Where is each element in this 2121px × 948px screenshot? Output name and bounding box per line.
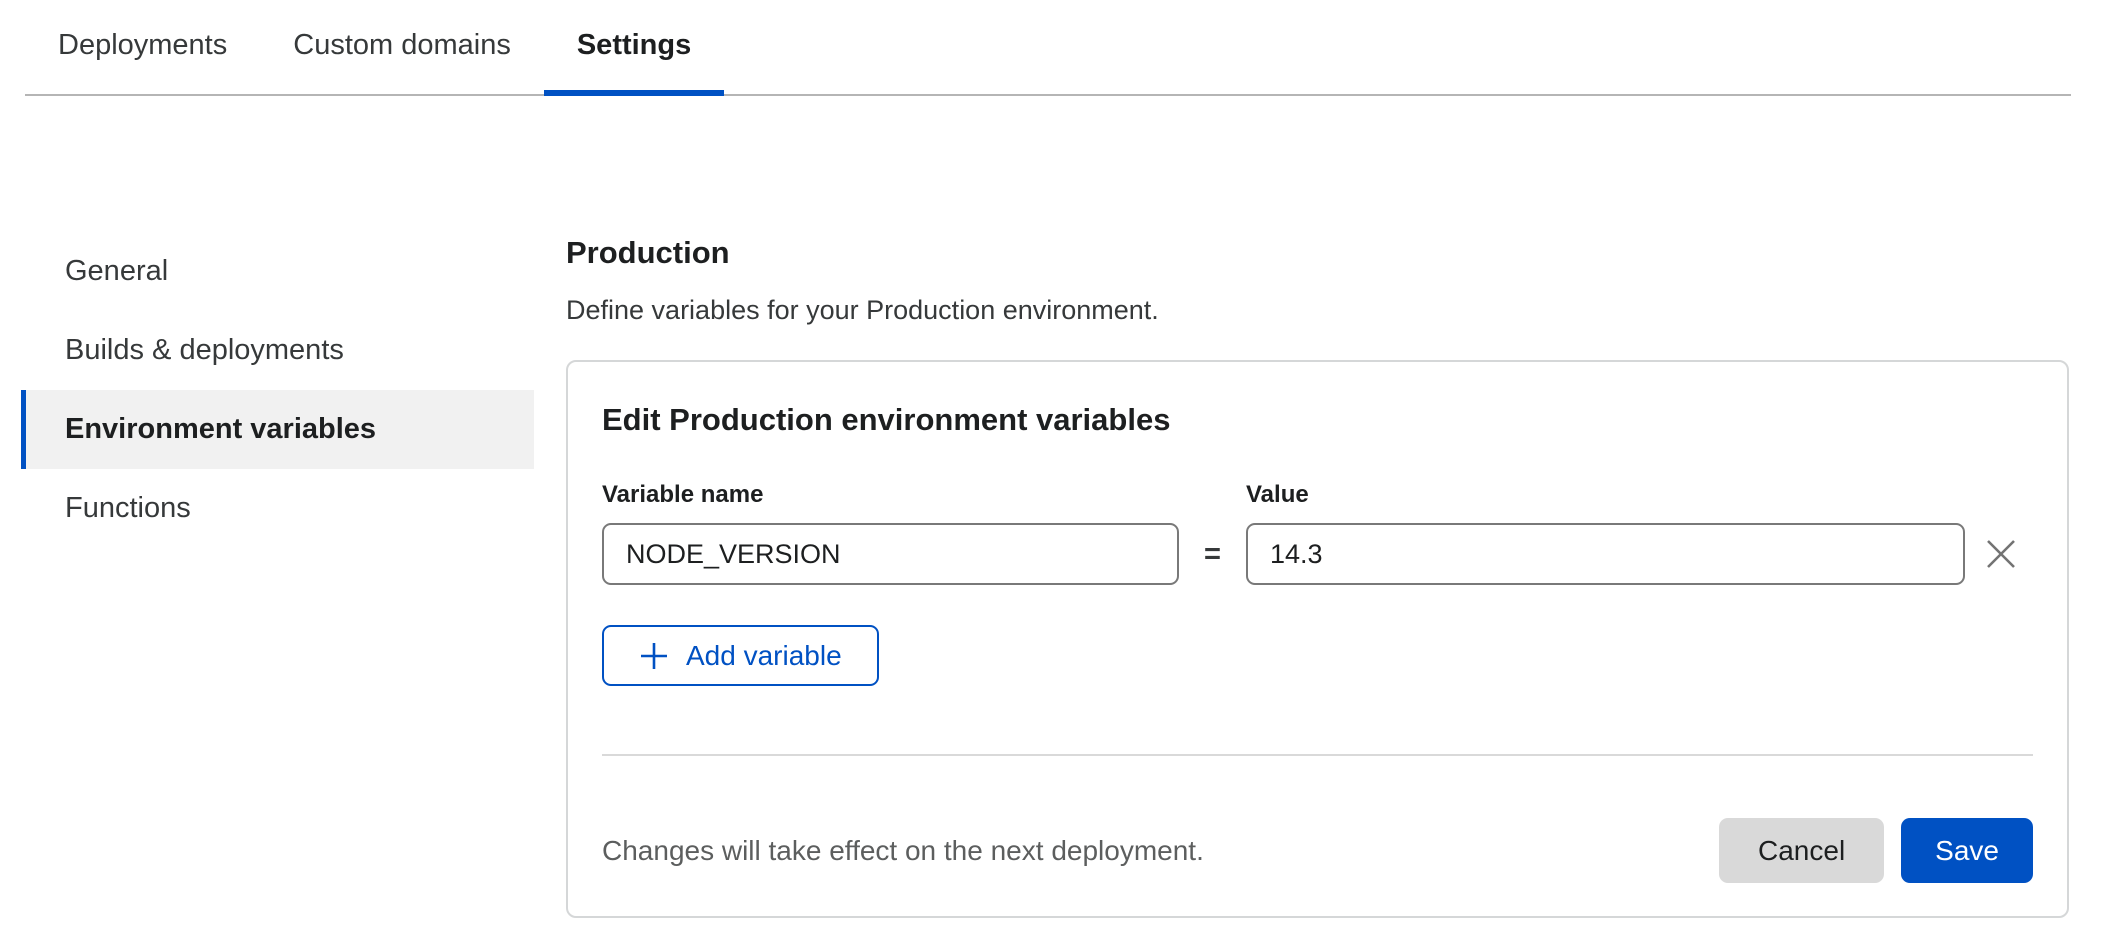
variable-name-input[interactable] bbox=[602, 523, 1179, 585]
variable-name-label: Variable name bbox=[602, 481, 1179, 509]
variable-value-input[interactable] bbox=[1246, 523, 1965, 585]
tab-settings[interactable]: Settings bbox=[544, 0, 724, 96]
equals-sign: = bbox=[1179, 538, 1246, 571]
card-title: Edit Production environment variables bbox=[602, 404, 2033, 435]
content-area: General Builds & deployments Environment… bbox=[25, 96, 2121, 918]
settings-page: Deployments Custom domains Settings Gene… bbox=[0, 0, 2121, 948]
sidebar-item-builds-deployments[interactable]: Builds & deployments bbox=[21, 311, 534, 390]
footer-actions: Cancel Save bbox=[1719, 818, 2033, 883]
page-subtitle: Define variables for your Production env… bbox=[566, 297, 2069, 324]
remove-cell bbox=[1965, 534, 2033, 574]
page-title: Production bbox=[566, 237, 2069, 268]
add-variable-button[interactable]: Add variable bbox=[602, 625, 879, 686]
footer-note: Changes will take effect on the next dep… bbox=[602, 835, 1204, 867]
save-button[interactable]: Save bbox=[1901, 818, 2033, 883]
settings-sidebar: General Builds & deployments Environment… bbox=[25, 96, 566, 918]
cancel-button[interactable]: Cancel bbox=[1719, 818, 1884, 883]
add-variable-label: Add variable bbox=[686, 640, 842, 672]
tab-deployments[interactable]: Deployments bbox=[25, 0, 260, 96]
card-footer: Changes will take effect on the next dep… bbox=[602, 818, 2033, 883]
sidebar-item-environment-variables[interactable]: Environment variables bbox=[21, 390, 534, 469]
tab-custom-domains[interactable]: Custom domains bbox=[260, 0, 544, 96]
main-panel: Production Define variables for your Pro… bbox=[566, 96, 2069, 918]
top-tab-bar: Deployments Custom domains Settings bbox=[25, 0, 2071, 96]
card-divider bbox=[602, 754, 2033, 756]
sidebar-item-functions[interactable]: Functions bbox=[21, 469, 534, 548]
variable-row: Variable name Value = bbox=[602, 481, 2033, 585]
sidebar-item-general[interactable]: General bbox=[21, 232, 534, 311]
env-variables-card: Edit Production environment variables Va… bbox=[566, 360, 2069, 918]
close-icon bbox=[1984, 537, 2018, 571]
plus-icon bbox=[639, 641, 669, 671]
value-label: Value bbox=[1246, 481, 1965, 509]
remove-variable-button[interactable] bbox=[1981, 534, 2021, 574]
